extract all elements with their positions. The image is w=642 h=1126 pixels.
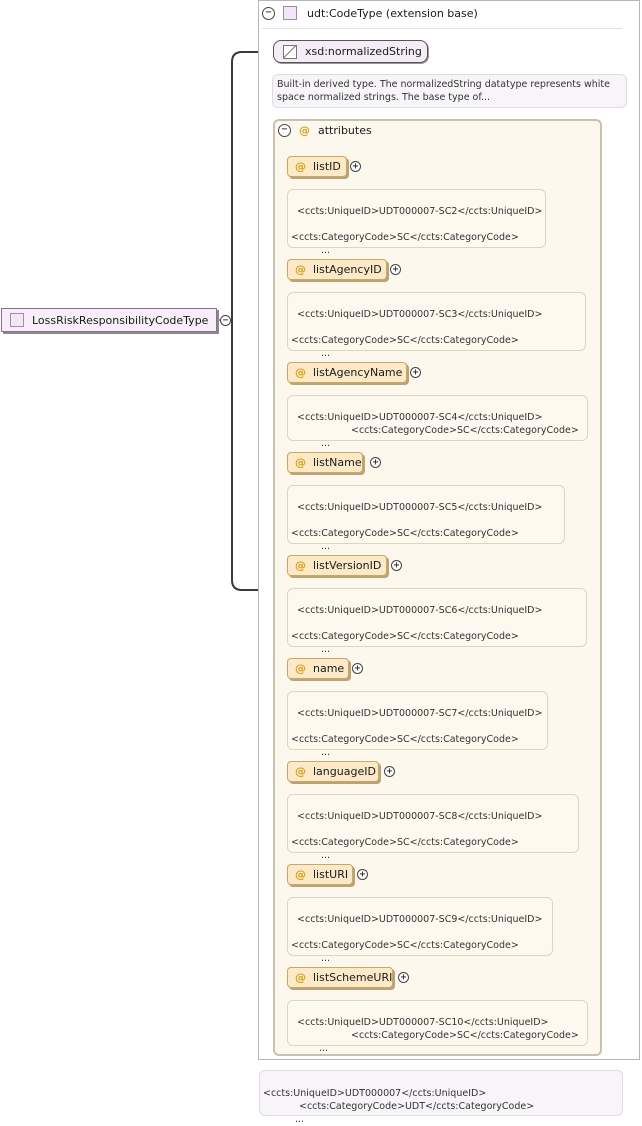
annotation-ellipsis: ... bbox=[321, 438, 331, 449]
annotation-line-category-code: <ccts:CategoryCode>SC</ccts:CategoryCode… bbox=[351, 425, 579, 436]
attribute-annotation: <ccts:UniqueID>UDT000007-SC7</ccts:Uniqu… bbox=[287, 691, 548, 758]
attribute-at-icon: @ bbox=[295, 971, 306, 984]
attribute-name: languageID bbox=[313, 765, 376, 778]
root-collapse-toggle[interactable]: − bbox=[220, 315, 231, 326]
attribute-tag[interactable]: @ listAgencyName bbox=[287, 362, 407, 383]
attribute-expand-toggle[interactable]: + bbox=[410, 367, 421, 378]
annotation-line-category-code: <ccts:CategoryCode>SC</ccts:CategoryCode… bbox=[291, 528, 519, 539]
annotation-line-category-code: <ccts:CategoryCode>SC</ccts:CategoryCode… bbox=[291, 232, 519, 243]
annotation-ellipsis: ... bbox=[321, 953, 331, 964]
annotation-line-unique-id: <ccts:UniqueID>UDT000007-SC2</ccts:Uniqu… bbox=[297, 206, 543, 217]
attribute-expand-toggle[interactable]: + bbox=[352, 663, 363, 674]
attribute-tag[interactable]: @ listURI bbox=[287, 864, 353, 885]
attribute-tag[interactable]: @ listSchemeURI bbox=[287, 967, 393, 988]
attribute-expand-toggle[interactable]: + bbox=[391, 560, 402, 571]
base-type-tag[interactable]: xsd:normalizedString bbox=[273, 40, 428, 63]
attribute-name: listSchemeURI bbox=[313, 971, 393, 984]
attribute-at-icon: @ bbox=[295, 263, 306, 276]
annotation-line-unique-id: <ccts:UniqueID>UDT000007-SC5</ccts:Uniqu… bbox=[297, 502, 543, 513]
attribute-tag[interactable]: @ name bbox=[287, 658, 349, 679]
type-collapse-toggle[interactable]: − bbox=[262, 6, 275, 20]
attribute-name: listName bbox=[313, 456, 362, 469]
attribute-name: listAgencyID bbox=[313, 263, 382, 276]
attribute-at-icon: @ bbox=[295, 160, 306, 173]
attribute-annotation: <ccts:UniqueID>UDT000007-SC2</ccts:Uniqu… bbox=[287, 189, 546, 256]
annotation-line-unique-id: <ccts:UniqueID>UDT000007-SC8</ccts:Uniqu… bbox=[297, 811, 543, 822]
attribute-at-icon: @ bbox=[295, 559, 306, 572]
attribute-at-icon: @ bbox=[295, 366, 306, 379]
annotation-line-category-code: <ccts:CategoryCode>SC</ccts:CategoryCode… bbox=[291, 837, 519, 848]
root-element-label: LossRiskResponsibilityCodeType bbox=[32, 313, 209, 327]
attribute-tag[interactable]: @ languageID bbox=[287, 761, 379, 782]
attribute-at-icon: @ bbox=[295, 868, 306, 881]
attribute-annotation: <ccts:UniqueID>UDT000007-SC6</ccts:Uniqu… bbox=[287, 588, 587, 655]
attribute-name: listID bbox=[313, 160, 341, 173]
annotation-ellipsis: ... bbox=[321, 747, 331, 758]
complex-type-label: udt:CodeType (extension base) bbox=[307, 6, 478, 20]
attribute-expand-toggle[interactable]: + bbox=[357, 869, 368, 880]
attribute-annotation: <ccts:UniqueID>UDT000007-SC8</ccts:Uniqu… bbox=[287, 794, 579, 861]
attributes-collapse-toggle[interactable]: − bbox=[278, 124, 291, 137]
annotation-line-category-code: <ccts:CategoryCode>SC</ccts:CategoryCode… bbox=[291, 734, 519, 745]
annotation-line-category-code: <ccts:CategoryCode>SC</ccts:CategoryCode… bbox=[291, 631, 519, 642]
divider bbox=[262, 28, 622, 29]
annotation-ellipsis: ... bbox=[321, 850, 331, 861]
annotation-line-category-code: <ccts:CategoryCode>SC</ccts:CategoryCode… bbox=[291, 940, 519, 951]
attribute-annotation: <ccts:UniqueID>UDT000007-SC3</ccts:Uniqu… bbox=[287, 292, 586, 359]
attribute-tag[interactable]: @ listVersionID bbox=[287, 555, 387, 576]
base-type-description: Built-in derived type. The normalizedStr… bbox=[272, 74, 627, 108]
attribute-annotation: <ccts:UniqueID>UDT000007-SC5</ccts:Uniqu… bbox=[287, 485, 565, 552]
base-type-label: xsd:normalizedString bbox=[305, 45, 422, 58]
attribute-annotation: <ccts:UniqueID>UDT000007-SC4</ccts:Uniqu… bbox=[287, 395, 588, 449]
attribute-annotation: <ccts:UniqueID>UDT000007-SC10</ccts:Uniq… bbox=[287, 1000, 588, 1054]
attribute-name: name bbox=[313, 662, 345, 675]
annotation-ellipsis: ... bbox=[321, 245, 331, 256]
annotation-line-unique-id: <ccts:UniqueID>UDT000007</ccts:UniqueID> bbox=[263, 1088, 487, 1099]
attribute-expand-toggle[interactable]: + bbox=[398, 972, 409, 983]
annotation-ellipsis: ... bbox=[321, 541, 331, 552]
simple-type-icon bbox=[283, 44, 297, 59]
attribute-tag[interactable]: @ listName bbox=[287, 452, 363, 473]
annotation-line-unique-id: <ccts:UniqueID>UDT000007-SC7</ccts:Uniqu… bbox=[297, 708, 543, 719]
attribute-tag[interactable]: @ listID bbox=[287, 156, 347, 177]
attributes-header: − @ attributes bbox=[278, 124, 372, 137]
annotation-line-unique-id: <ccts:UniqueID>UDT000007-SC10</ccts:Uniq… bbox=[297, 1017, 549, 1028]
annotation-line-unique-id: <ccts:UniqueID>UDT000007-SC3</ccts:Uniqu… bbox=[297, 309, 543, 320]
annotation-ellipsis: ... bbox=[321, 348, 331, 359]
type-annotation: <ccts:UniqueID>UDT000007</ccts:UniqueID>… bbox=[259, 1070, 623, 1125]
attribute-name: listAgencyName bbox=[313, 366, 403, 379]
complex-type-icon bbox=[283, 6, 297, 20]
root-element-box[interactable]: LossRiskResponsibilityCodeType bbox=[1, 308, 217, 332]
attribute-at-icon: @ bbox=[295, 765, 306, 778]
annotation-line-unique-id: <ccts:UniqueID>UDT000007-SC6</ccts:Uniqu… bbox=[297, 605, 543, 616]
annotation-ellipsis: ... bbox=[319, 1043, 329, 1054]
attribute-expand-toggle[interactable]: + bbox=[384, 766, 395, 777]
attribute-at-icon: @ bbox=[299, 124, 310, 137]
annotation-line-unique-id: <ccts:UniqueID>UDT000007-SC4</ccts:Uniqu… bbox=[297, 412, 543, 423]
attributes-label: attributes bbox=[318, 124, 372, 137]
attribute-expand-toggle[interactable]: + bbox=[370, 457, 381, 468]
attribute-tag[interactable]: @ listAgencyID bbox=[287, 259, 387, 280]
annotation-ellipsis: ... bbox=[321, 644, 331, 655]
annotation-line-unique-id: <ccts:UniqueID>UDT000007-SC9</ccts:Uniqu… bbox=[297, 914, 543, 925]
annotation-line-category-code: <ccts:CategoryCode>SC</ccts:CategoryCode… bbox=[351, 1030, 579, 1041]
attribute-name: listURI bbox=[313, 868, 349, 881]
attribute-at-icon: @ bbox=[295, 662, 306, 675]
annotation-line-category-code: <ccts:CategoryCode>SC</ccts:CategoryCode… bbox=[291, 335, 519, 346]
attribute-name: listVersionID bbox=[313, 559, 382, 572]
element-icon bbox=[10, 313, 24, 327]
annotation-line-category-code: <ccts:CategoryCode>UDT</ccts:CategoryCod… bbox=[299, 1101, 535, 1112]
attribute-at-icon: @ bbox=[295, 456, 306, 469]
complex-type-header: − udt:CodeType (extension base) bbox=[262, 6, 478, 20]
attribute-expand-toggle[interactable]: + bbox=[350, 161, 361, 172]
attribute-expand-toggle[interactable]: + bbox=[390, 264, 401, 275]
attribute-annotation: <ccts:UniqueID>UDT000007-SC9</ccts:Uniqu… bbox=[287, 897, 553, 964]
